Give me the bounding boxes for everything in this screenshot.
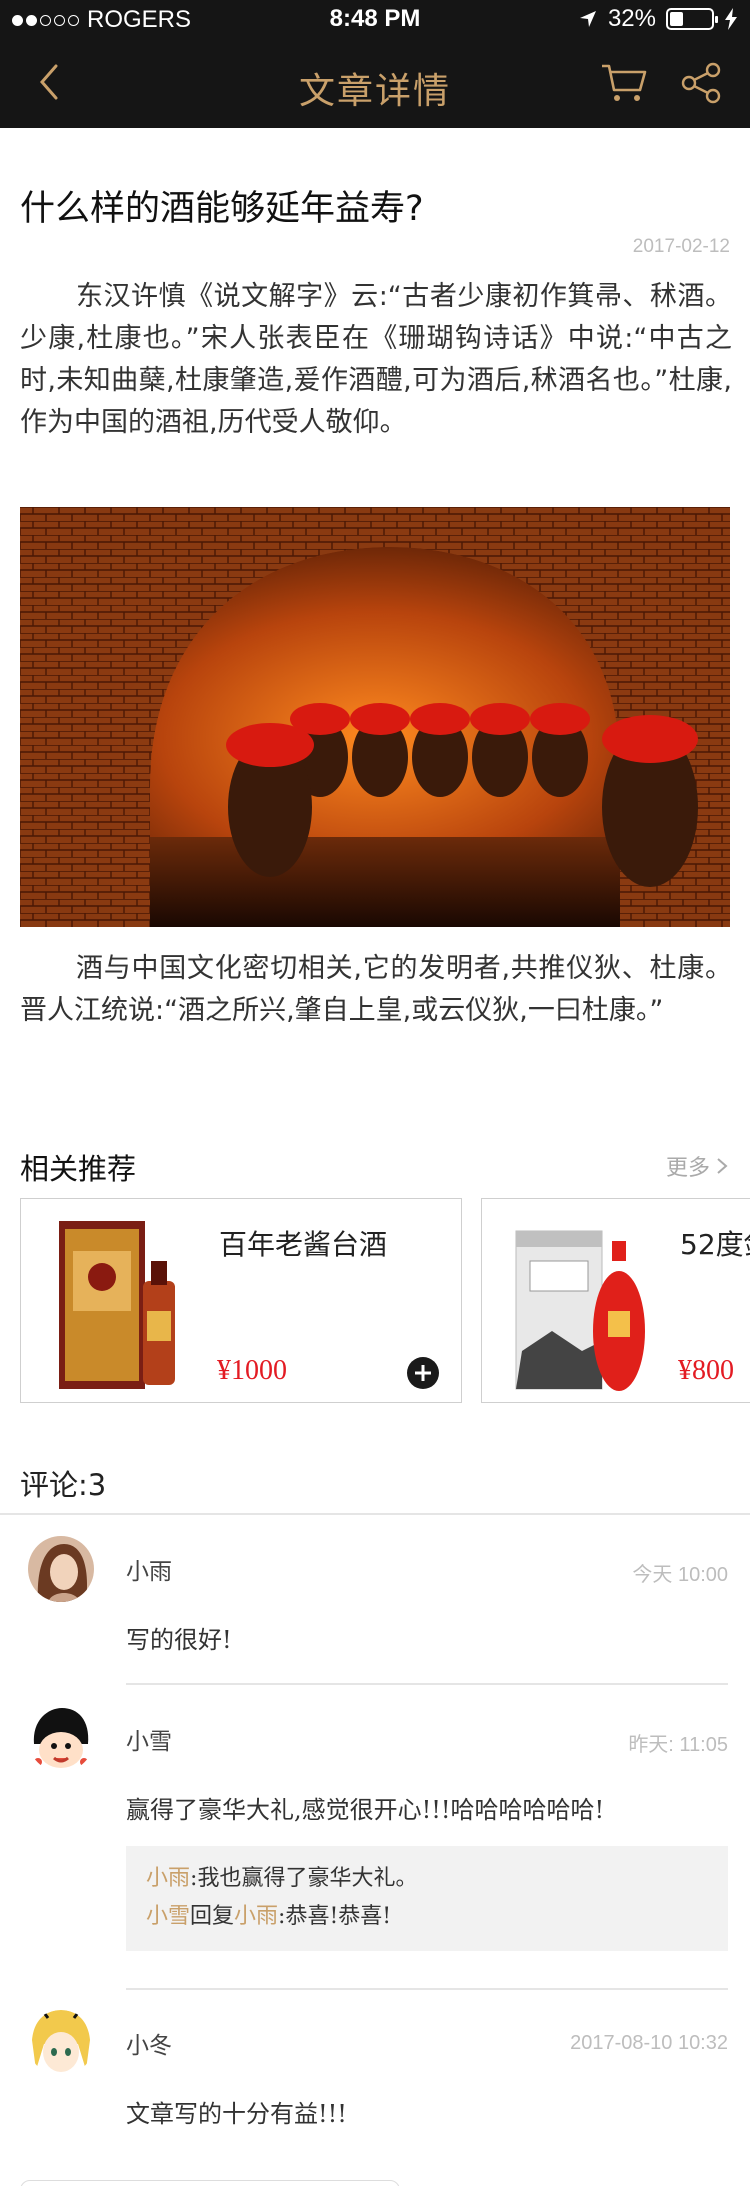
comment-input-bar[interactable] [20, 2180, 400, 2186]
battery-icon [666, 8, 718, 30]
reply-author[interactable]: 小雨 [146, 1866, 190, 1891]
comment-author: 小雨 [126, 1559, 172, 1585]
recommend-title: 相关推荐 [20, 1152, 137, 1186]
comment-text: 写的很好! [126, 1626, 232, 1654]
reply-text: 恭喜!恭喜! [285, 1904, 392, 1929]
status-right: 32% [578, 5, 738, 33]
product-image [59, 1221, 175, 1389]
comment-text: 文章写的十分有益!!! [126, 2100, 347, 2128]
reply-thread: 小雨:我也赢得了豪华大礼。 小雪回复小雨:恭喜!恭喜! [126, 1846, 728, 1951]
wine-cellar-photo [20, 507, 730, 927]
reply-item: 小雪回复小雨:恭喜!恭喜! [146, 1898, 708, 1936]
product-image [515, 1230, 645, 1391]
reply-item: 小雨:我也赢得了豪华大礼。 [146, 1860, 708, 1898]
comment-time: 2017-08-10 10:32 [570, 2032, 728, 2054]
article-paragraph: 酒与中国文化密切相关,它的发明者,共推仪狄、杜康。晋人江统说:“酒之所兴,肇自上… [20, 953, 732, 1026]
divider [126, 1988, 728, 1990]
chevron-right-icon [717, 1158, 728, 1174]
product-name: 52度剑南春 [680, 1228, 750, 1261]
product-card[interactable]: 52度剑南春 ¥800 [481, 1198, 750, 1403]
share-icon[interactable] [680, 62, 722, 104]
product-card[interactable]: 百年老酱台酒 ¥1000 [20, 1198, 462, 1403]
add-to-cart-button[interactable] [407, 1357, 439, 1389]
reply-target[interactable]: 小雨 [234, 1904, 278, 1929]
reply-author[interactable]: 小雪 [146, 1904, 190, 1929]
comment-time: 昨天: 11:05 [628, 1734, 728, 1756]
status-bar: ROGERS 8:48 PM 32% [0, 0, 750, 38]
article-title: 什么样的酒能够延年益寿? [20, 189, 424, 229]
nav-bar: 文章详情 [0, 38, 750, 128]
article-paragraph: 东汉许慎《说文解字》云:“古者少康初作箕帚、秫酒。少康,杜康也。”宋人张表臣在《… [20, 281, 732, 438]
reply-verb: 回复 [190, 1904, 235, 1929]
charging-bolt-icon [725, 8, 737, 30]
cart-icon[interactable] [600, 62, 648, 104]
divider [126, 1683, 728, 1685]
more-label: 更多 [665, 1156, 710, 1181]
location-arrow-icon [579, 11, 596, 27]
product-price: ¥1000 [217, 1355, 287, 1386]
comments-count: 评论:3 [20, 1468, 107, 1502]
divider [0, 1513, 750, 1515]
comment-time: 今天 10:00 [632, 1564, 728, 1586]
reply-text: 我也赢得了豪华大礼。 [197, 1866, 418, 1891]
more-link[interactable]: 更多 [666, 1150, 728, 1182]
product-name: 百年老酱台酒 [219, 1228, 388, 1261]
avatar [28, 2010, 94, 2076]
comment-author: 小雪 [126, 1729, 172, 1755]
avatar [28, 1536, 94, 1602]
battery-percent: 32% [607, 5, 656, 32]
article-date: 2017-02-12 [632, 236, 730, 257]
avatar [28, 1706, 94, 1772]
comment-text: 赢得了豪华大礼,感觉很开心!!!哈哈哈哈哈哈! [126, 1796, 605, 1824]
product-price: ¥800 [678, 1355, 734, 1386]
comment-author: 小冬 [126, 2033, 172, 2059]
